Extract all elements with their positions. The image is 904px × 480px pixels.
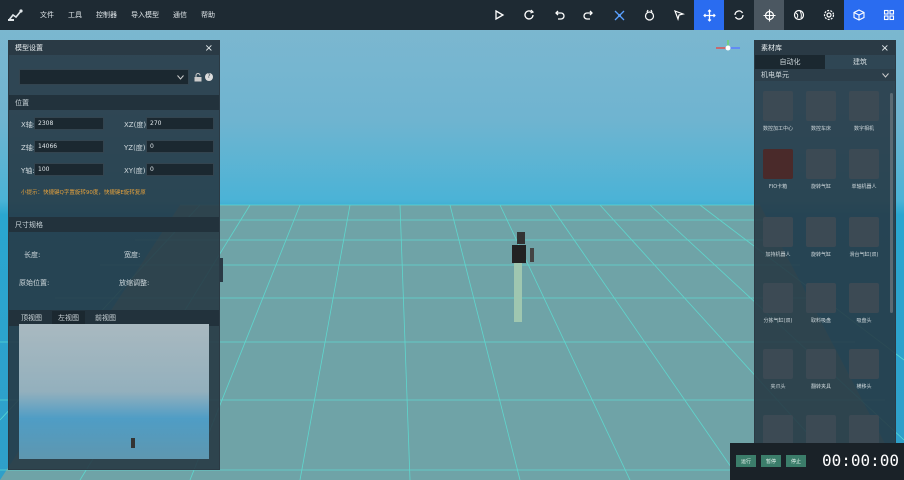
panel-collapse-handle[interactable] <box>219 258 223 282</box>
library-item-label: 单轴机器人 <box>851 184 877 190</box>
slide-cylinder-icon[interactable] <box>849 217 879 247</box>
suction-icon[interactable] <box>806 283 836 313</box>
yz-angle-input[interactable]: 0 <box>146 140 214 153</box>
pallet-icon[interactable] <box>763 415 793 445</box>
library-item-label: FIO卡箱 <box>768 184 788 190</box>
pause-button[interactable]: 暂停 <box>761 455 781 467</box>
library-item-label: 夹爪头 <box>770 384 786 390</box>
chevron-down-icon <box>882 72 889 78</box>
library-item-label: 取料吸盘 <box>810 318 831 324</box>
library-item-label: 旋转气缸 <box>810 252 831 258</box>
tab-front-view[interactable]: 前视图 <box>89 311 122 325</box>
library-item-label: 数控车床 <box>810 126 831 132</box>
view-preview <box>19 324 209 459</box>
yz-angle-label: YZ(度): <box>124 144 148 152</box>
suction-head-icon[interactable] <box>849 283 879 313</box>
model-settings-panel: 模型设置 × ? 位置 X轴: 2308 XZ(度): 270 Z轴: 1406… <box>8 40 220 470</box>
asset-library-panel: 素材库 × 自动化 建筑 机电单元 数控加工中心 数控车床 数字相机 FIO卡箱… <box>754 40 896 450</box>
library-grid: 数控加工中心 数控车床 数字相机 FIO卡箱 旋转气缸 单轴机器人 加持机器人 … <box>755 81 895 449</box>
library-item-label: 翻转夹具 <box>810 384 831 390</box>
close-icon[interactable]: × <box>881 43 889 54</box>
xz-angle-input[interactable]: 270 <box>146 117 214 130</box>
model-select[interactable] <box>19 69 189 85</box>
origin-position-label: 原始位置: <box>19 279 50 287</box>
library-item-label: 滑台气缸(双) <box>849 252 879 258</box>
library-item-label: 加持机器人 <box>765 252 791 258</box>
xz-angle-label: XZ(度): <box>124 121 149 129</box>
help-icon[interactable]: ? <box>205 73 213 81</box>
io-box-icon[interactable] <box>763 149 793 179</box>
library-title: 素材库 <box>761 44 782 52</box>
flip-fixture-icon[interactable] <box>806 349 836 379</box>
simulation-timer: 00:00:00 <box>822 451 900 470</box>
library-tabs: 自动化 建筑 <box>755 55 895 69</box>
width-label: 宽度: <box>124 251 141 259</box>
rotary-cylinder-icon[interactable] <box>806 217 836 247</box>
category-label: 机电单元 <box>761 71 789 79</box>
axis-gizmo-icon <box>716 40 740 51</box>
clamp-robot-icon[interactable] <box>763 217 793 247</box>
close-icon[interactable]: × <box>205 43 213 54</box>
unlock-icon[interactable] <box>194 73 202 82</box>
z-axis-input[interactable]: 14066 <box>34 140 104 153</box>
model-panel-header: 模型设置 × <box>9 41 219 55</box>
library-item-label: 分拣气缸(双) <box>763 318 793 324</box>
tab-top-view[interactable]: 顶视图 <box>15 311 48 325</box>
chevron-down-icon <box>177 74 184 80</box>
scale-adjust-label: 放缩调整: <box>119 279 150 287</box>
cnc-center-icon[interactable] <box>763 91 793 121</box>
lathe-icon[interactable] <box>806 91 836 121</box>
length-label: 长度: <box>24 251 41 259</box>
sorting-cylinder-icon[interactable] <box>763 283 793 313</box>
stop-button[interactable]: 停止 <box>786 455 806 467</box>
tab-left-view[interactable]: 左视图 <box>52 311 85 325</box>
rotary-cylinder-icon[interactable] <box>806 149 836 179</box>
model-panel-title: 模型设置 <box>15 44 43 52</box>
linear-robot-icon[interactable] <box>849 149 879 179</box>
size-section-header: 尺寸规格 <box>9 217 219 232</box>
preview-model <box>131 438 135 448</box>
camera-icon[interactable] <box>849 91 879 121</box>
bin-icon[interactable] <box>849 415 879 445</box>
gripper-icon[interactable] <box>763 349 793 379</box>
position-section-header: 位置 <box>9 95 219 110</box>
library-item-label: 横移头 <box>856 384 872 390</box>
y-axis-input[interactable]: 100 <box>34 163 104 176</box>
library-header: 素材库 × <box>755 41 895 55</box>
tab-automation[interactable]: 自动化 <box>755 55 825 69</box>
library-item-label: 数控加工中心 <box>762 126 793 132</box>
xy-angle-label: XY(度): <box>124 167 148 175</box>
category-header[interactable]: 机电单元 <box>755 69 895 81</box>
tool-head-icon[interactable] <box>806 415 836 445</box>
xy-angle-input[interactable]: 0 <box>146 163 214 176</box>
traverse-head-icon[interactable] <box>849 349 879 379</box>
rotation-hint: 小提示：快捷键Q字置旋转90度，快捷键E旋转复原 <box>21 190 146 196</box>
run-button[interactable]: 运行 <box>736 455 756 467</box>
library-item-label: 吸盘头 <box>856 318 872 324</box>
x-axis-input[interactable]: 2308 <box>34 117 104 130</box>
y-axis-label: Y轴: <box>21 167 35 175</box>
library-item-label: 旋转气缸 <box>810 184 831 190</box>
tab-building[interactable]: 建筑 <box>825 55 895 69</box>
library-scrollbar[interactable] <box>890 93 893 313</box>
library-item-label: 数字相机 <box>853 126 874 132</box>
